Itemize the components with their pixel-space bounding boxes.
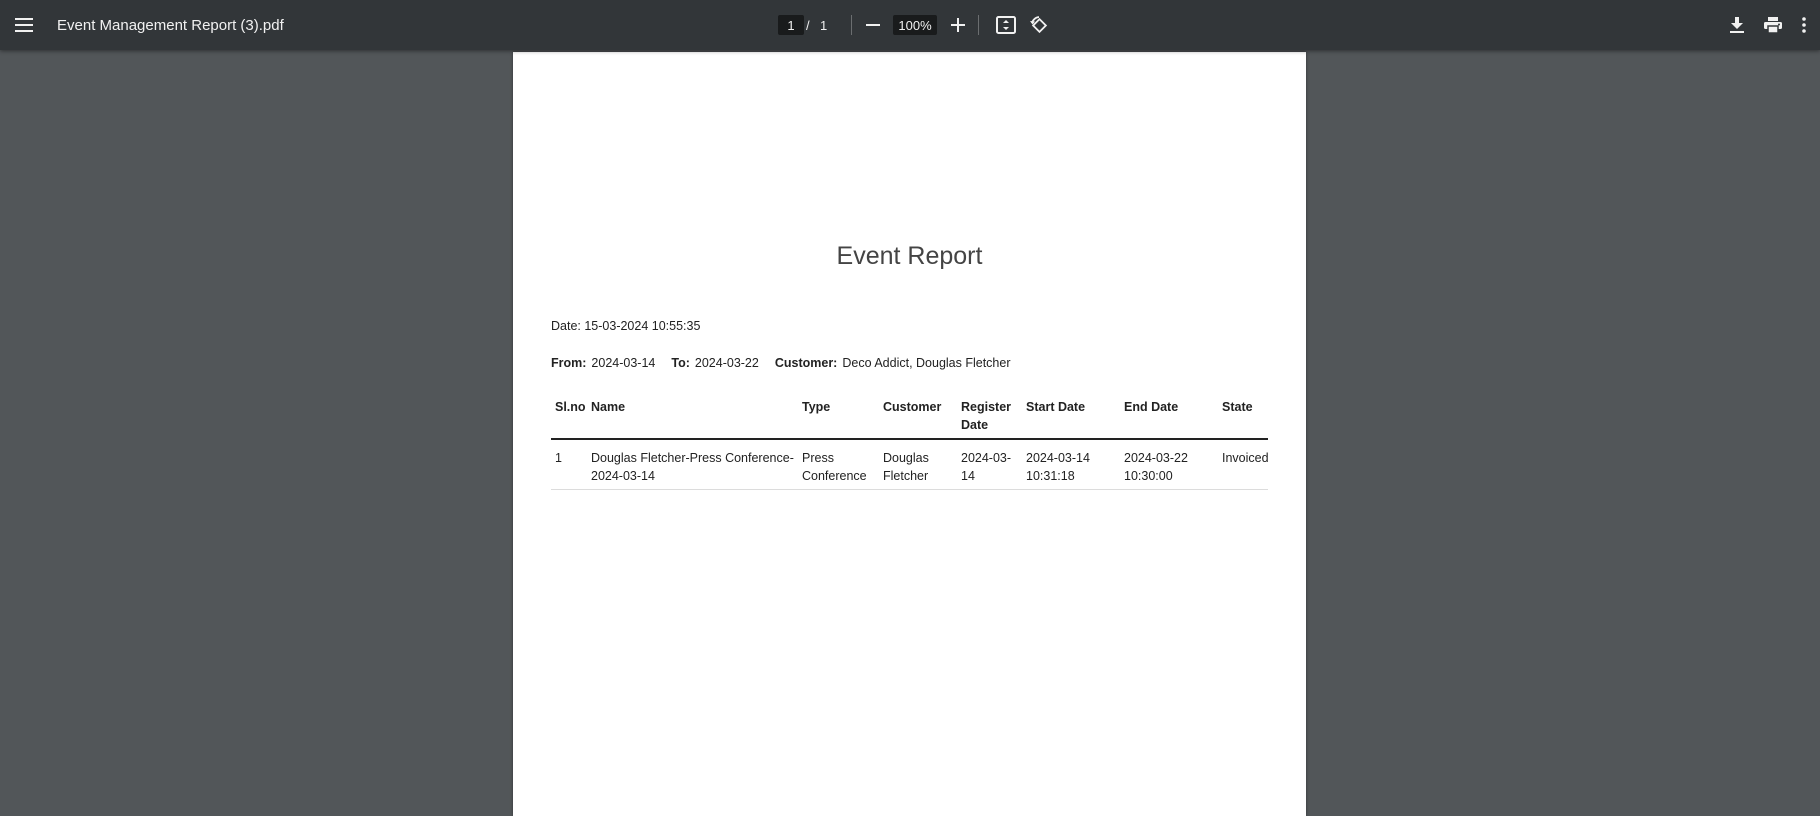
plus-icon[interactable] [938, 5, 978, 45]
header-type: Type [798, 396, 879, 440]
print-icon[interactable] [1753, 5, 1793, 45]
toolbar-divider [851, 15, 852, 35]
to-value: 2024-03-22 [694, 356, 759, 370]
minus-icon[interactable] [853, 5, 893, 45]
zoom-level-input[interactable]: 100% [893, 15, 937, 35]
header-end-date: End Date [1120, 396, 1218, 440]
header-customer: Customer [879, 396, 957, 440]
header-register-date: Register Date [957, 396, 1022, 440]
to-label: To: [671, 356, 690, 370]
cell-slno: 1 [551, 439, 587, 490]
total-pages: 1 [820, 17, 828, 33]
hamburger-menu-icon[interactable] [4, 5, 44, 45]
more-vertical-icon[interactable] [1790, 5, 1818, 45]
table-header-row: Sl.no Name Type Customer Register Date S… [551, 396, 1268, 440]
header-name: Name [587, 396, 798, 440]
cell-register-date: 2024-03-14 [957, 439, 1022, 490]
from-label: From: [551, 356, 587, 370]
event-table: Sl.no Name Type Customer Register Date S… [551, 396, 1269, 490]
table-row: 1 Douglas Fletcher-Press Conference-2024… [551, 439, 1269, 490]
report-filters: From: 2024-03-14 To: 2024-03-22 Customer… [551, 356, 1011, 370]
current-page-input[interactable]: 1 [778, 15, 804, 35]
header-state: State [1218, 396, 1268, 440]
cell-type: Press Conference [798, 439, 879, 490]
from-value: 2024-03-14 [591, 356, 656, 370]
header-start-date: Start Date [1022, 396, 1120, 440]
cell-state: Invoiced [1218, 439, 1269, 490]
toolbar-divider [978, 15, 979, 35]
cell-end-date: 2024-03-22 10:30:00 [1120, 439, 1218, 490]
page-separator: / [806, 17, 810, 33]
download-icon[interactable] [1717, 5, 1757, 45]
cell-start-date: 2024-03-14 10:31:18 [1022, 439, 1120, 490]
report-title: Event Report [836, 242, 983, 270]
rotate-icon[interactable] [1019, 5, 1059, 45]
customer-label: Customer: [774, 356, 838, 370]
cell-customer: Douglas Fletcher [879, 439, 957, 490]
header-slno: Sl.no [551, 396, 587, 440]
cell-name: Douglas Fletcher-Press Conference-2024-0… [587, 439, 798, 490]
customer-value: Deco Addict, Douglas Fletcher [842, 356, 1011, 370]
pdf-viewer-toolbar: Event Management Report (3).pdf 1 / 1 10… [0, 0, 1820, 50]
document-title: Event Management Report (3).pdf [57, 16, 284, 34]
report-date: Date: 15-03-2024 10:55:35 [551, 319, 701, 333]
pdf-page: Event Report Date: 15-03-2024 10:55:35 F… [513, 52, 1306, 816]
